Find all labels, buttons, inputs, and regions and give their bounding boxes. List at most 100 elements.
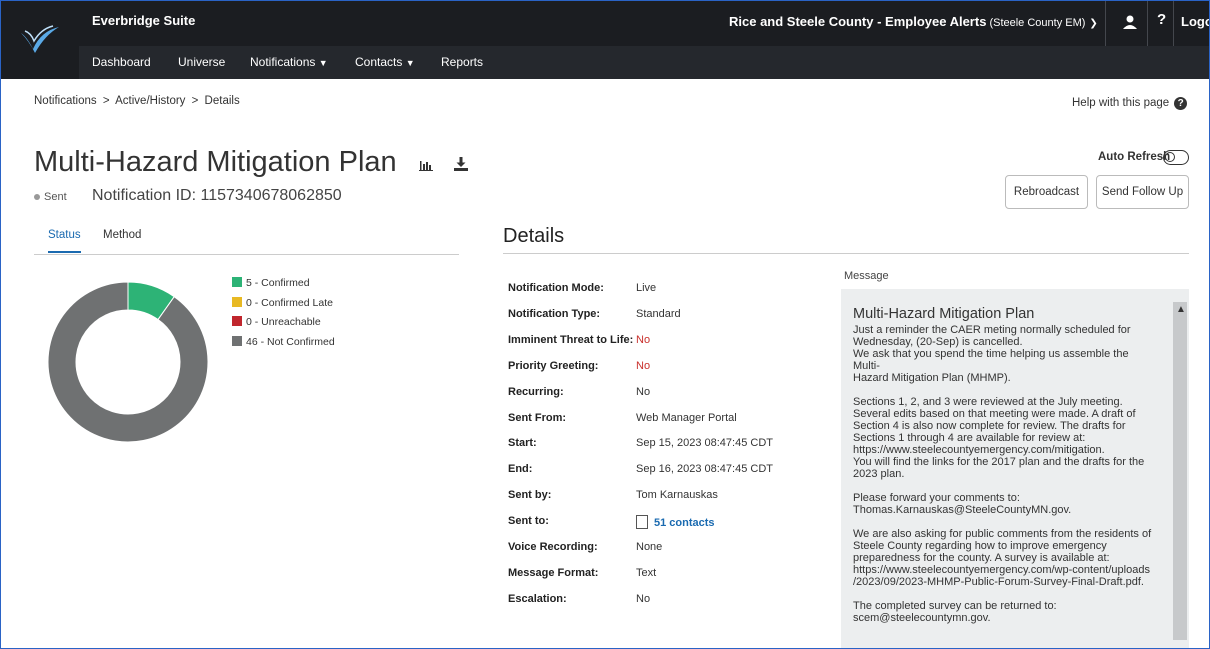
message-paragraph: Just a reminder the CAER meting normally… xyxy=(853,324,1131,384)
divider xyxy=(1173,1,1174,46)
message-paragraph: The completed survey can be returned to:… xyxy=(853,600,1057,624)
page-title: Multi-Hazard Mitigation Plan xyxy=(34,146,397,178)
message-scrollbar[interactable] xyxy=(1173,302,1187,640)
status-badge: Sent xyxy=(34,191,67,203)
status-donut-chart xyxy=(48,282,208,442)
auto-refresh-toggle[interactable] xyxy=(1163,150,1189,165)
breadcrumb-separator: > xyxy=(102,95,110,107)
chevron-down-icon: ▼ xyxy=(405,58,415,68)
toggle-knob xyxy=(1165,152,1175,162)
details-heading: Details xyxy=(503,225,565,247)
detail-value: Text xyxy=(636,567,657,579)
tabs-divider xyxy=(34,254,459,255)
legend-item: 46 - Not Confirmed xyxy=(232,335,335,356)
logo-icon xyxy=(21,25,59,53)
donut-slice[interactable] xyxy=(48,282,208,442)
detail-label: End: xyxy=(508,463,533,475)
scroll-up-icon[interactable]: ▲ xyxy=(1176,304,1186,315)
detail-label: Sent to: xyxy=(508,515,549,527)
detail-value: None xyxy=(636,541,663,553)
status-text: Sent xyxy=(44,191,67,203)
detail-value: Sep 15, 2023 08:47:45 CDT xyxy=(636,437,773,449)
nav-contacts[interactable]: Contacts ▼ xyxy=(355,55,415,69)
send-follow-up-button[interactable]: Send Follow Up xyxy=(1096,175,1189,209)
top-bar: Everbridge Suite Rice and Steele County … xyxy=(1,1,1209,46)
app-title: Everbridge Suite xyxy=(92,13,196,28)
detail-value: Sep 16, 2023 08:47:45 CDT xyxy=(636,463,773,475)
app-frame: Everbridge Suite Rice and Steele County … xyxy=(0,0,1210,649)
org-selector[interactable]: Rice and Steele County - Employee Alerts… xyxy=(729,14,1098,29)
tab-method[interactable]: Method xyxy=(103,229,141,241)
everbridge-logo[interactable] xyxy=(1,1,79,79)
chevron-down-icon: ❯ xyxy=(1089,18,1098,29)
message-paragraph: Sections 1, 2, and 3 were reviewed at th… xyxy=(853,396,1145,480)
divider xyxy=(1105,1,1106,46)
legend-label: 5 - Confirmed xyxy=(246,277,310,289)
details-divider xyxy=(503,253,1189,254)
legend-item: 0 - Confirmed Late xyxy=(232,296,335,317)
message-label: Message xyxy=(844,270,889,282)
rebroadcast-button[interactable]: Rebroadcast xyxy=(1005,175,1088,209)
detail-label: Sent by: xyxy=(508,489,552,501)
nav-contacts-label: Contacts xyxy=(355,55,403,69)
message-content: Multi-Hazard Mitigation Plan Just a remi… xyxy=(853,306,1158,636)
notification-id: Notification ID: 1157340678062850 xyxy=(92,187,342,204)
nav-universe[interactable]: Universe xyxy=(178,55,225,69)
detail-label: Priority Greeting: xyxy=(508,360,599,372)
legend-swatch xyxy=(232,335,242,346)
detail-label: Notification Mode: xyxy=(508,282,604,294)
breadcrumb: Notifications > Active/History > Details xyxy=(34,95,243,107)
detail-label: Voice Recording: xyxy=(508,541,598,553)
detail-value: No xyxy=(636,593,651,605)
org-name: Rice and Steele County - Employee Alerts xyxy=(729,14,987,29)
bar-chart-icon[interactable] xyxy=(419,159,433,171)
breadcrumb-details: Details xyxy=(204,95,240,107)
detail-label: Imminent Threat to Life: xyxy=(508,334,634,346)
sent-to-contacts-link[interactable]: 51 contacts xyxy=(636,515,715,529)
auto-refresh-label: Auto Refresh xyxy=(1098,151,1171,163)
legend-item: 0 - Unreachable xyxy=(232,316,335,336)
chevron-down-icon: ▼ xyxy=(318,58,328,68)
detail-value: Standard xyxy=(636,308,681,320)
nav-reports[interactable]: Reports xyxy=(441,55,483,69)
legend-swatch xyxy=(232,316,242,326)
breadcrumb-notifications[interactable]: Notifications xyxy=(34,95,97,107)
main-nav: Dashboard Universe Notifications ▼ Conta… xyxy=(1,46,1209,79)
logout-button[interactable]: Logout xyxy=(1181,14,1209,29)
help-with-page-link[interactable]: Help with this page? xyxy=(1072,97,1188,110)
legend-label: 0 - Unreachable xyxy=(246,316,321,328)
detail-label: Message Format: xyxy=(508,567,599,579)
message-title: Multi-Hazard Mitigation Plan xyxy=(853,306,1035,322)
active-tab-indicator xyxy=(48,251,81,253)
detail-value: Live xyxy=(636,282,657,294)
message-paragraph: Please forward your comments to: Thomas.… xyxy=(853,492,1072,516)
legend-swatch xyxy=(232,296,242,307)
legend-label: 46 - Not Confirmed xyxy=(246,335,335,348)
divider xyxy=(1147,1,1148,46)
breadcrumb-active-history[interactable]: Active/History xyxy=(115,95,185,107)
chart-legend: 5 - Confirmed 0 - Confirmed Late 0 - Unrea… xyxy=(232,277,335,355)
detail-value: No xyxy=(636,334,651,346)
detail-value: No xyxy=(636,386,651,398)
download-icon[interactable] xyxy=(454,157,468,171)
nav-notifications-label: Notifications xyxy=(250,55,316,69)
contact-card-icon xyxy=(636,515,648,529)
detail-value: Web Manager Portal xyxy=(636,412,737,424)
detail-label: Recurring: xyxy=(508,386,564,398)
legend-label: 0 - Confirmed Late xyxy=(246,296,333,309)
sent-to-count: 51 contacts xyxy=(654,517,715,529)
org-sub: (Steele County EM) xyxy=(989,17,1086,29)
detail-label: Start: xyxy=(508,437,537,449)
detail-value: No xyxy=(636,360,651,372)
breadcrumb-separator: > xyxy=(191,95,199,107)
legend-swatch xyxy=(232,277,242,287)
message-box[interactable]: Multi-Hazard Mitigation Plan Just a remi… xyxy=(841,289,1189,648)
detail-label: Notification Type: xyxy=(508,308,601,320)
user-icon[interactable] xyxy=(1121,14,1139,32)
nav-dashboard[interactable]: Dashboard xyxy=(92,55,151,69)
detail-label: Sent From: xyxy=(508,412,567,424)
message-paragraph: We are also asking for public comments f… xyxy=(853,528,1152,588)
nav-notifications[interactable]: Notifications ▼ xyxy=(250,55,328,69)
help-icon[interactable]: ? xyxy=(1157,11,1166,28)
tab-status[interactable]: Status xyxy=(48,229,81,241)
